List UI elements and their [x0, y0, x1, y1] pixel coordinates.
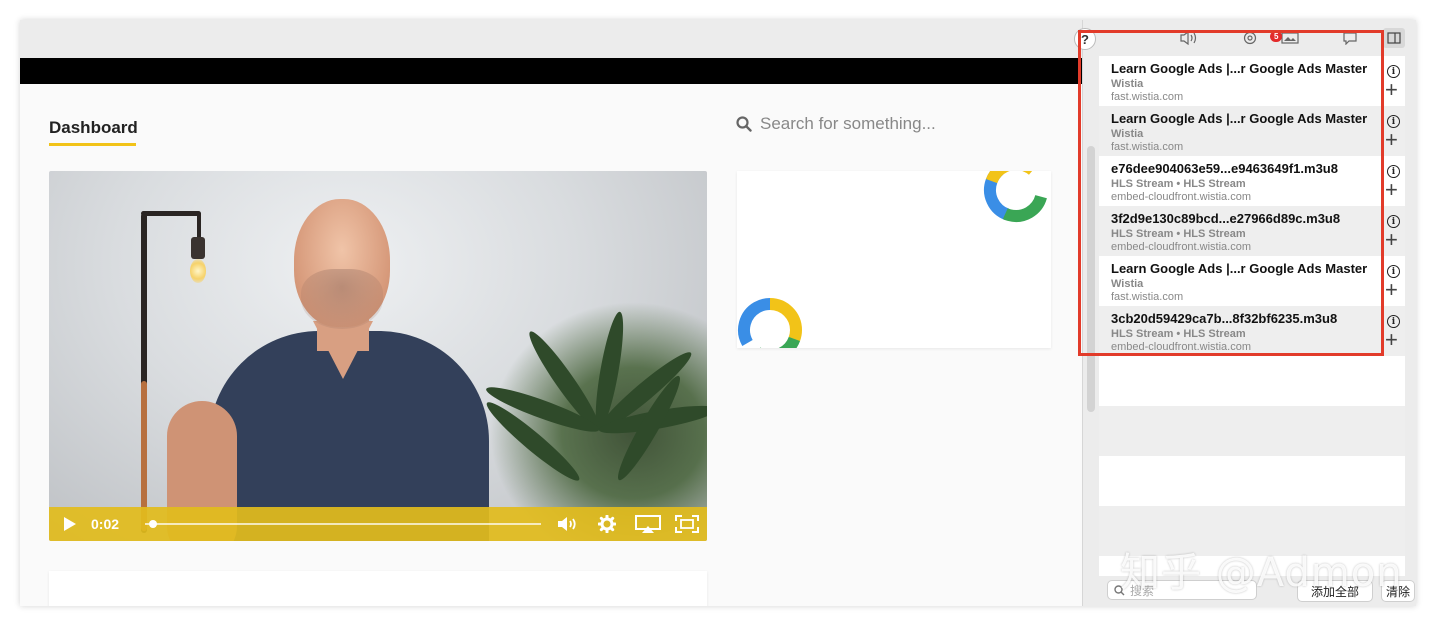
page-title[interactable]: Dashboard	[49, 118, 138, 138]
media-domain: fast.wistia.com	[1111, 141, 1184, 153]
fullscreen-button[interactable]	[675, 515, 699, 533]
video-frame-bulb	[190, 259, 206, 283]
chat-icon	[1343, 32, 1357, 45]
video-controls: 0:02	[49, 507, 707, 541]
browser-window: Dashboard Search for something... 0:02 ?…	[20, 20, 1416, 606]
video-player[interactable]: 0:02	[49, 171, 707, 541]
media-title: e76dee904063e59...e9463649f1.m3u8	[1111, 161, 1338, 176]
empty-row	[1099, 406, 1405, 456]
airplay-icon	[635, 515, 661, 533]
video-progress-bar[interactable]	[145, 523, 541, 525]
list-item[interactable]: 3cb20d59429ca7b...8f32bf6235.m3u8 HLS St…	[1099, 306, 1405, 356]
content-card	[49, 571, 707, 606]
gear-icon	[1243, 31, 1257, 45]
list-item[interactable]: Learn Google Ads |...r Google Ads Master…	[1099, 256, 1405, 306]
airplay-button[interactable]	[635, 515, 661, 533]
page-header-bar	[20, 58, 1082, 84]
fullscreen-icon	[675, 515, 699, 533]
media-source: Wistia	[1111, 78, 1144, 90]
list-item[interactable]: Learn Google Ads |...r Google Ads Master…	[1099, 56, 1405, 106]
search-icon	[736, 116, 752, 132]
media-source: HLS Stream • HLS Stream	[1111, 328, 1246, 340]
media-domain: embed-cloudfront.wistia.com	[1111, 191, 1252, 203]
play-button[interactable]	[63, 517, 77, 531]
media-title: Learn Google Ads |...r Google Ads Master	[1111, 61, 1368, 76]
video-timecode: 0:02	[91, 516, 120, 532]
media-domain: fast.wistia.com	[1111, 91, 1184, 103]
loading-card	[737, 171, 1051, 348]
media-title: Learn Google Ads |...r Google Ads Master	[1111, 261, 1368, 276]
media-source: HLS Stream • HLS Stream	[1111, 178, 1246, 190]
add-icon[interactable]: +	[1385, 329, 1398, 351]
search-bar[interactable]: Search for something...	[736, 114, 936, 134]
video-frame-lamp-arm	[141, 211, 201, 216]
loading-spinner-icon	[984, 171, 1048, 222]
settings-button[interactable]	[597, 515, 617, 533]
media-domain: embed-cloudfront.wistia.com	[1111, 341, 1252, 353]
media-icon	[1281, 32, 1299, 44]
media-domain: embed-cloudfront.wistia.com	[1111, 241, 1252, 253]
volume-icon	[1180, 31, 1197, 45]
video-progress-knob[interactable]	[148, 520, 157, 528]
watermark-text: 知乎 @Admon	[1120, 550, 1403, 596]
panel-scrollbar[interactable]	[1087, 146, 1095, 412]
video-frame-plant	[481, 301, 707, 541]
video-frame-lamp-shade	[191, 237, 205, 259]
video-frame-person-beard	[301, 269, 383, 329]
search-input[interactable]: Search for something...	[760, 114, 936, 134]
media-source: Wistia	[1111, 278, 1144, 290]
media-title: 3cb20d59429ca7b...8f32bf6235.m3u8	[1111, 311, 1338, 326]
media-toggle-button[interactable]	[1279, 28, 1301, 48]
media-source: HLS Stream • HLS Stream	[1111, 228, 1246, 240]
list-item[interactable]: e76dee904063e59...e9463649f1.m3u8 HLS St…	[1099, 156, 1405, 206]
list-item[interactable]: Learn Google Ads |...r Google Ads Master…	[1099, 106, 1405, 156]
settings-toggle-button[interactable]	[1239, 28, 1261, 48]
play-icon	[64, 517, 76, 531]
browser-top-bar	[20, 20, 1082, 59]
volume-icon	[558, 517, 576, 531]
sidebar-toggle-button[interactable]	[1383, 28, 1405, 48]
media-domain: fast.wistia.com	[1111, 291, 1184, 303]
add-icon[interactable]: +	[1385, 279, 1398, 301]
media-sniffer-panel: ? Learn Google Ads |...r Google Ads Mast…	[1074, 20, 1416, 606]
empty-row	[1099, 356, 1405, 406]
gear-icon	[598, 515, 616, 533]
media-title: Learn Google Ads |...r Google Ads Master	[1111, 111, 1368, 126]
sidebar-icon	[1387, 32, 1401, 44]
media-list: Learn Google Ads |...r Google Ads Master…	[1099, 56, 1405, 576]
media-source: Wistia	[1111, 128, 1144, 140]
list-item[interactable]: 3f2d9e130c89bcd...e27966d89c.m3u8 HLS St…	[1099, 206, 1405, 256]
main-content: Dashboard Search for something... 0:02	[20, 84, 1082, 606]
add-icon[interactable]: +	[1385, 129, 1398, 151]
add-icon[interactable]: +	[1385, 229, 1398, 251]
media-title: 3f2d9e130c89bcd...e27966d89c.m3u8	[1111, 211, 1341, 226]
volume-toggle-button[interactable]	[1179, 28, 1201, 48]
add-icon[interactable]: +	[1385, 179, 1398, 201]
volume-button[interactable]	[557, 516, 579, 532]
video-frame-person-collar	[313, 321, 373, 379]
help-button[interactable]: ?	[1074, 28, 1096, 50]
add-icon[interactable]: +	[1385, 79, 1398, 101]
video-frame-lamp-cord	[197, 213, 201, 239]
loading-spinner-icon	[738, 298, 802, 348]
chat-toggle-button[interactable]	[1339, 28, 1361, 48]
empty-row	[1099, 456, 1405, 506]
active-tab-underline	[49, 143, 136, 146]
